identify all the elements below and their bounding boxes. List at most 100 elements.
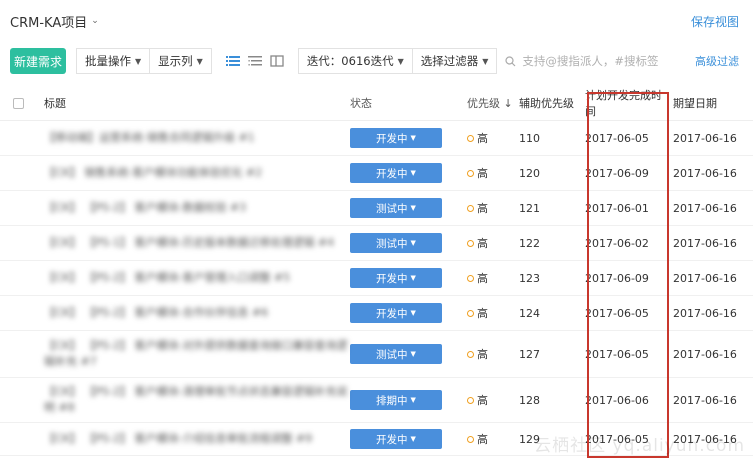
requirement-title[interactable]: 【CK】 销售系统-客户模块功能体验优化 #2	[44, 166, 262, 179]
priority-cell[interactable]: 高	[467, 200, 519, 216]
column-header-aux-priority[interactable]: 辅助优先级	[519, 95, 581, 111]
column-header-title[interactable]: 标题	[36, 95, 350, 111]
caret-down-icon: ▼	[410, 396, 416, 404]
table-row[interactable]: 【CK】 【PS-2】 客户模块-清理审批节点状态兼容逻辑补充说明 #8 排期中 ▼…	[0, 378, 753, 423]
priority-dot-icon	[467, 204, 474, 212]
aux-priority-cell: 121	[519, 201, 540, 215]
caret-down-icon: ▼	[482, 56, 489, 66]
bulk-operations-label: 批量操作	[85, 54, 131, 68]
priority-cell[interactable]: 高	[467, 346, 519, 362]
requirement-title[interactable]: 【CK】 【PS-2】 客户模块-对外提供数据查询接口兼容查询逻辑补充 #7	[44, 339, 347, 368]
list-view-icon[interactable]	[225, 55, 240, 67]
priority-cell[interactable]: 高	[467, 305, 519, 321]
status-dropdown[interactable]: 开发中 ▼	[350, 303, 442, 323]
priority-label: 高	[477, 348, 488, 361]
priority-dot-icon	[467, 274, 474, 282]
status-dropdown[interactable]: 开发中 ▼	[350, 128, 442, 148]
requirement-title[interactable]: 【CK】 【PS-2】 客户模块-介绍信息审批流程调整 #9	[44, 432, 312, 445]
search-placeholder: 支持@搜指派人，#搜标签	[522, 54, 659, 68]
caret-down-icon: ▼	[410, 274, 416, 282]
show-columns-dropdown[interactable]: 显示列 ▼	[149, 48, 212, 74]
status-dropdown[interactable]: 排期中 ▼	[350, 390, 442, 410]
caret-down-icon: ▼	[410, 169, 416, 177]
expected-date-cell: 2017-06-16	[673, 393, 737, 407]
priority-dot-icon	[467, 350, 474, 358]
priority-cell[interactable]: 高	[467, 431, 519, 447]
requirement-title[interactable]: 【CK】 【PS-2】 客户模块-数据校验 #3	[44, 201, 246, 214]
caret-down-icon: ▼	[410, 134, 416, 142]
planned-date-cell: 2017-06-09	[585, 271, 649, 285]
sort-arrow-icon: ↓	[503, 97, 513, 110]
search-input[interactable]: 支持@搜指派人，#搜标签	[505, 53, 659, 69]
aux-priority-cell: 124	[519, 306, 540, 320]
priority-cell[interactable]: 高	[467, 270, 519, 286]
column-header-expected-date[interactable]: 期望日期	[669, 95, 749, 111]
caret-down-icon: ▼	[410, 350, 416, 358]
iteration-label: 迭代：0616迭代	[306, 54, 394, 68]
requirement-title[interactable]: 【CK】 【PS-2】 客户模块-客户管理入口调整 #5	[44, 271, 290, 284]
expected-date-cell: 2017-06-16	[673, 131, 737, 145]
planned-date-cell: 2017-06-05	[585, 347, 649, 361]
priority-cell[interactable]: 高	[467, 165, 519, 181]
caret-down-icon: ▼	[135, 56, 142, 66]
status-label: 开发中	[376, 167, 408, 180]
top-bar: CRM-KA项目 ⌄ 保存视图	[0, 0, 753, 42]
aux-priority-cell: 122	[519, 236, 540, 250]
priority-label: 高	[477, 272, 488, 285]
status-dropdown[interactable]: 测试中 ▼	[350, 344, 442, 364]
caret-down-icon: ▼	[410, 309, 416, 317]
requirement-title[interactable]: 【CK】 【PS-1】 客户模块-历史版本数据迁移处理逻辑 #4	[44, 236, 334, 249]
priority-label: 高	[477, 394, 488, 407]
priority-header-label: 优先级	[467, 97, 500, 110]
filter-select-dropdown[interactable]: 选择过滤器 ▼	[411, 48, 498, 74]
requirement-title[interactable]: 【移动端】运营系统-销售合同逻辑升级 #1	[44, 131, 255, 144]
expected-date-cell: 2017-06-16	[673, 271, 737, 285]
view-switcher	[225, 55, 284, 67]
priority-dot-icon	[467, 396, 474, 404]
table-row[interactable]: 【CK】 【PS-1】 客户模块-历史版本数据迁移处理逻辑 #4 测试中 ▼ 高 122…	[0, 226, 753, 261]
planned-date-cell: 2017-06-06	[585, 393, 649, 407]
project-switcher[interactable]: CRM-KA项目 ⌄	[10, 12, 99, 31]
priority-label: 高	[477, 167, 488, 180]
caret-down-icon: ▼	[196, 56, 203, 66]
status-dropdown[interactable]: 开发中 ▼	[350, 429, 442, 449]
requirement-title[interactable]: 【CK】 【PS-2】 客户模块-清理审批节点状态兼容逻辑补充说明 #8	[44, 385, 347, 414]
tree-view-icon[interactable]	[247, 55, 262, 67]
aux-priority-cell: 110	[519, 131, 540, 145]
aux-priority-cell: 128	[519, 393, 540, 407]
table-row[interactable]: 【移动端】运营系统-销售合同逻辑升级 #1 开发中 ▼ 高 110 2017-06-05 2…	[0, 121, 753, 156]
new-requirement-button[interactable]: 新建需求	[10, 48, 66, 74]
column-header-planned-date[interactable]: 计划开发完成时间	[581, 87, 669, 119]
priority-cell[interactable]: 高	[467, 392, 519, 408]
status-dropdown[interactable]: 测试中 ▼	[350, 233, 442, 253]
caret-down-icon: ▼	[410, 204, 416, 212]
watermark: 云栖社区 yq.aliyun.com	[534, 436, 745, 456]
requirement-title[interactable]: 【CK】 【PS-2】 客户模块-合作伙伴信息 #6	[44, 306, 268, 319]
priority-dot-icon	[467, 435, 474, 443]
priority-label: 高	[477, 307, 488, 320]
status-dropdown[interactable]: 开发中 ▼	[350, 268, 442, 288]
table-row[interactable]: 【CK】 【PS-2】 客户模块-数据校验 #3 测试中 ▼ 高 121 2017-06-…	[0, 191, 753, 226]
table-row[interactable]: 【CK】 销售系统-客户模块功能体验优化 #2 开发中 ▼ 高 120 2017-06-0…	[0, 156, 753, 191]
priority-cell[interactable]: 高	[467, 130, 519, 146]
table-row[interactable]: 【CK】 【PS-2】 客户模块-客户管理入口调整 #5 开发中 ▼ 高 123 2017…	[0, 261, 753, 296]
planned-date-cell: 2017-06-05	[585, 306, 649, 320]
caret-down-icon: ▼	[410, 435, 416, 443]
table-row[interactable]: 【CK】 【PS-2】 客户模块-合作伙伴信息 #6 开发中 ▼ 高 124 2017-0…	[0, 296, 753, 331]
column-header-status[interactable]: 状态	[350, 95, 467, 111]
bulk-operations-dropdown[interactable]: 批量操作 ▼	[76, 48, 151, 74]
iteration-dropdown[interactable]: 迭代：0616迭代 ▼	[297, 48, 413, 74]
select-all-checkbox[interactable]	[12, 97, 24, 109]
status-dropdown[interactable]: 开发中 ▼	[350, 163, 442, 183]
expected-date-cell: 2017-06-16	[673, 306, 737, 320]
save-view-link[interactable]: 保存视图	[691, 13, 739, 30]
priority-dot-icon	[467, 134, 474, 142]
advanced-filter-link[interactable]: 高级过滤	[695, 53, 739, 69]
table-row[interactable]: 【CK】 【PS-2】 客户模块-对外提供数据查询接口兼容查询逻辑补充 #7 测试…	[0, 331, 753, 378]
priority-cell[interactable]: 高	[467, 235, 519, 251]
planned-date-cell: 2017-06-09	[585, 166, 649, 180]
priority-label: 高	[477, 202, 488, 215]
status-dropdown[interactable]: 测试中 ▼	[350, 198, 442, 218]
column-header-priority[interactable]: 优先级 ↓	[467, 95, 519, 111]
board-view-icon[interactable]	[270, 55, 284, 67]
